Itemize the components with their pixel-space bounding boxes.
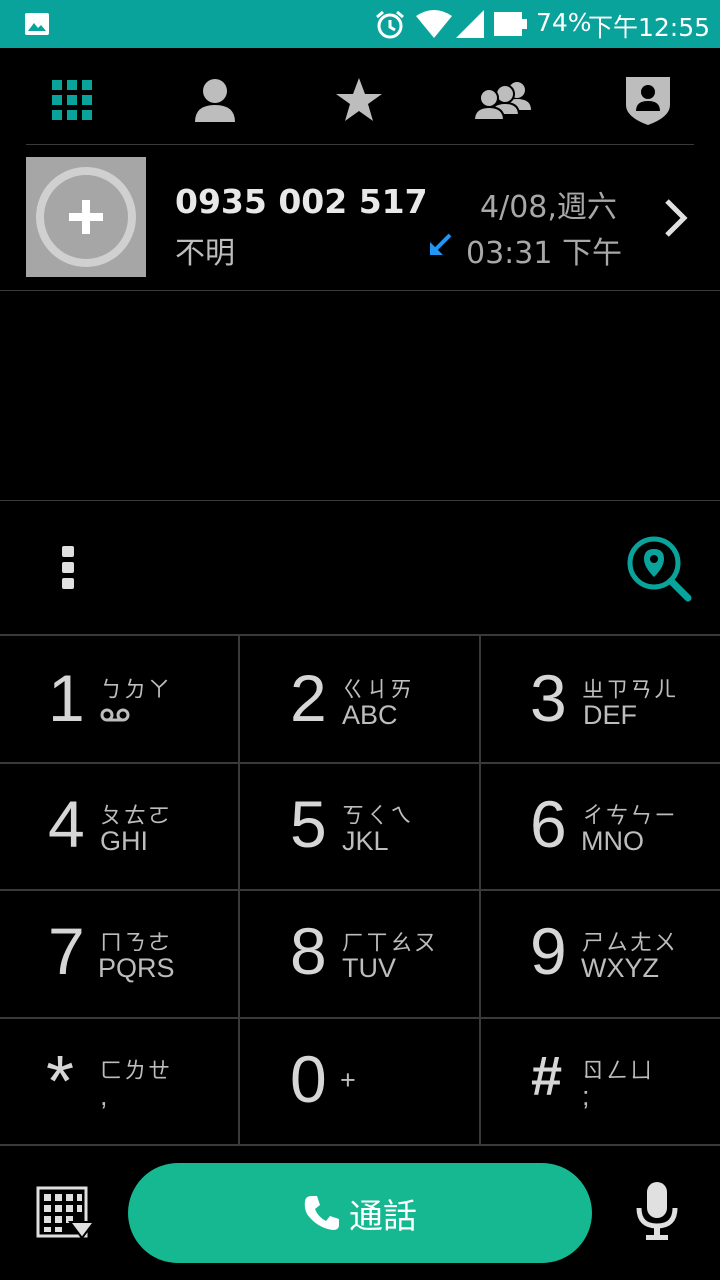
- key-7[interactable]: 7 ㄇㄋㄜ PQRS: [0, 891, 240, 1018]
- add-contact-avatar[interactable]: [26, 157, 146, 277]
- key-8[interactable]: 8 ㄏㄒㄠㄡ TUV: [240, 891, 480, 1018]
- voicemail-icon: [100, 708, 130, 722]
- key-digit: 6: [530, 787, 567, 861]
- key-star[interactable]: * ㄈㄌㄝ ,: [0, 1019, 240, 1146]
- microphone-icon[interactable]: [634, 1180, 680, 1242]
- status-time: 下午12:55: [588, 13, 711, 42]
- overflow-menu-icon[interactable]: [60, 544, 76, 592]
- key-letters: TUV: [342, 953, 396, 983]
- key-hash[interactable]: # ㄖㄥㄩ ;: [481, 1019, 720, 1146]
- groups-tab[interactable]: [473, 70, 533, 130]
- key-letters: +: [340, 1065, 356, 1095]
- key-digit: 3: [530, 661, 567, 735]
- key-letters: ;: [582, 1081, 590, 1111]
- battery-icon: [494, 12, 527, 36]
- key-6[interactable]: 6 ㄔㄘㄣㄧ MNO: [481, 764, 720, 891]
- image-icon: [25, 13, 49, 35]
- shield-person-icon: [626, 77, 670, 125]
- battery-percent: 74%: [536, 8, 592, 37]
- key-letters: ,: [100, 1081, 108, 1111]
- person-icon: [195, 79, 235, 122]
- key-letters: PQRS: [98, 953, 175, 983]
- key-1[interactable]: 1 ㄅㄉㄚ: [0, 636, 240, 763]
- key-letters: WXYZ: [581, 953, 659, 983]
- key-letters: MNO: [581, 826, 644, 856]
- dialpad-grid-icon: [52, 80, 92, 120]
- key-digit: 0: [290, 1042, 327, 1116]
- key-3[interactable]: 3 ㄓㄗㄢㄦ DEF: [481, 636, 720, 763]
- recent-call-number: 0935 002 517: [175, 182, 428, 221]
- key-9[interactable]: 9 ㄕㄙㄤㄨ WXYZ: [481, 891, 720, 1018]
- key-letters: GHI: [100, 826, 149, 856]
- key-digit: 7: [48, 914, 85, 988]
- location-search-icon[interactable]: [626, 535, 692, 603]
- hide-keypad-icon[interactable]: [36, 1186, 96, 1242]
- display-divider: [0, 500, 720, 501]
- star-icon: [336, 78, 382, 121]
- key-digit: 1: [48, 661, 85, 735]
- status-bar: 74% 下午12:55: [0, 0, 720, 48]
- key-4[interactable]: 4 ㄆㄊㄛ GHI: [0, 764, 240, 891]
- favorites-tab[interactable]: [329, 70, 389, 130]
- call-button-label: 通話: [349, 1196, 417, 1237]
- wifi-icon: [416, 10, 452, 38]
- key-zhuyin: ㄈㄌㄝ: [100, 1059, 173, 1084]
- add-contact-icon: [36, 167, 136, 267]
- recent-call-time: 03:31 下午: [466, 236, 622, 271]
- key-0[interactable]: 0 +: [240, 1019, 480, 1146]
- dialpad-tab[interactable]: [42, 70, 102, 130]
- recent-call-date: 4/08,週六: [480, 190, 617, 225]
- private-tab[interactable]: [618, 70, 678, 130]
- key-letters: ABC: [342, 700, 398, 730]
- recent-call-label: 不明: [175, 236, 235, 271]
- key-digit: 8: [290, 914, 327, 988]
- key-zhuyin: ㄅㄉㄚ: [100, 678, 173, 703]
- incoming-call-arrow-icon: [430, 233, 452, 255]
- key-letters: JKL: [342, 826, 389, 856]
- alarm-icon: [376, 10, 404, 39]
- key-digit: *: [46, 1042, 75, 1122]
- key-digit: 2: [290, 661, 327, 735]
- contacts-tab[interactable]: [185, 70, 245, 130]
- key-digit: #: [531, 1044, 563, 1107]
- key-5[interactable]: 5 ㄎㄑㄟ JKL: [240, 764, 480, 891]
- key-2[interactable]: 2 ㄍㄐㄞ ABC: [240, 636, 480, 763]
- signal-icon: [456, 10, 484, 38]
- key-digit: 5: [290, 787, 327, 861]
- key-letters: DEF: [583, 700, 637, 730]
- key-digit: 9: [530, 914, 567, 988]
- chevron-right-icon[interactable]: [662, 198, 690, 238]
- group-icon: [473, 82, 531, 120]
- phone-icon: [304, 1196, 339, 1230]
- key-zhuyin: ㄖㄥㄩ: [582, 1059, 655, 1084]
- call-button[interactable]: 通話: [128, 1163, 592, 1263]
- key-digit: 4: [48, 787, 85, 861]
- number-display[interactable]: [0, 291, 720, 500]
